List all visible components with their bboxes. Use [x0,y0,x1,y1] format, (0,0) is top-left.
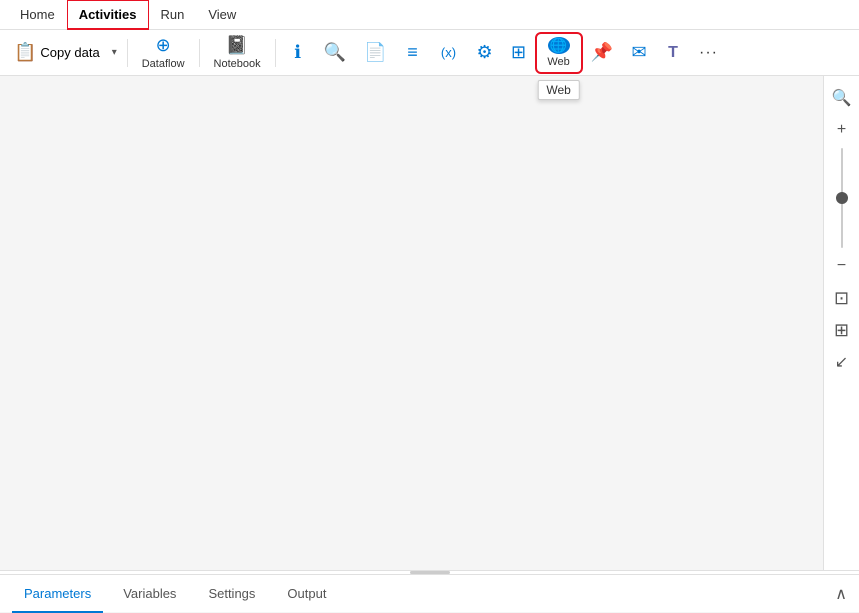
slider-track[interactable] [841,148,843,248]
zoom-out-button[interactable]: − [828,252,856,280]
bottom-tabs: Parameters Variables Settings Output ∧ [0,574,859,612]
menu-activities[interactable]: Activities [67,0,149,30]
zoom-slider[interactable] [841,148,843,248]
brackets-icon: ⊞ [511,42,526,63]
teams-icon: T [668,44,678,62]
info-icon: ℹ [294,42,301,63]
search-button[interactable]: 🔍 [316,34,354,72]
brackets-button[interactable]: ⊞ [503,34,535,72]
bottom-panel: Parameters Variables Settings Output ∧ [0,570,859,612]
web-label: Web [547,56,569,68]
pin-icon: 📌 [591,42,613,63]
more-icon: ··· [699,44,718,62]
toolbar: 📋 Copy data ▾ ⊕ Dataflow 📓 Notebook ℹ 🔍 … [0,30,859,76]
canvas-area: 🔍 + − ⊡ ⊞ ↙ [0,76,859,570]
pin-button[interactable]: 📌 [583,34,621,72]
collapse-panel-icon: ∧ [835,584,847,604]
dataflow-icon: ⊕ [156,35,171,56]
right-controls: 🔍 + − ⊡ ⊞ ↙ [823,76,859,570]
auto-layout-button[interactable]: ⊞ [828,316,856,344]
outlook-button[interactable]: ✉ [623,34,655,72]
notebook-label: Notebook [214,58,261,70]
script-button[interactable]: 📄 [356,34,394,72]
copy-data-dropdown[interactable]: ▾ [108,34,121,72]
info-button[interactable]: ℹ [282,34,314,72]
separator-1 [127,39,128,67]
copy-data-label: Copy data [40,45,99,60]
more-button[interactable]: ··· [691,34,726,72]
copy-data-icon: 📋 [14,42,36,63]
separator-3 [275,39,276,67]
tab-output[interactable]: Output [275,575,338,613]
menu-bar: Home Activities Run View [0,0,859,30]
dataflow-button[interactable]: ⊕ Dataflow [134,34,193,72]
collapse-canvas-icon: ↙ [835,352,848,372]
tab-settings[interactable]: Settings [196,575,267,613]
function-button[interactable]: (x) [430,34,466,72]
slider-thumb [836,192,848,204]
collapse-panel-button[interactable]: ∧ [835,584,847,604]
web-tooltip: Web [537,80,579,100]
function-icon: (x) [441,45,456,60]
pipeline-icon: ⚙ [476,42,492,63]
teams-button[interactable]: T [657,34,689,72]
tab-parameters[interactable]: Parameters [12,575,103,613]
zoom-in-icon: + [837,121,846,139]
notebook-button[interactable]: 📓 Notebook [206,34,269,72]
menu-run[interactable]: Run [149,0,197,30]
zoom-in-button[interactable]: + [828,116,856,144]
collapse-canvas-button[interactable]: ↙ [828,348,856,376]
canvas-search-icon: 🔍 [832,88,852,108]
zoom-out-icon: − [837,257,846,275]
menu-view[interactable]: View [196,0,248,30]
copy-data-main[interactable]: 📋 Copy data [8,34,106,72]
dataflow-label: Dataflow [142,58,185,70]
auto-layout-icon: ⊞ [834,320,849,341]
globe-icon: 🌐 [548,37,570,54]
separator-2 [199,39,200,67]
pipeline-button[interactable]: ⚙ [468,34,500,72]
menu-home[interactable]: Home [8,0,67,30]
list-button[interactable]: ≡ [396,34,428,72]
search-icon: 🔍 [324,42,346,63]
fit-page-button[interactable]: ⊡ [828,284,856,312]
canvas-search-button[interactable]: 🔍 [828,84,856,112]
list-icon: ≡ [407,42,418,63]
copy-data-button[interactable]: 📋 Copy data ▾ [8,34,121,72]
notebook-icon: 📓 [226,35,248,56]
web-button[interactable]: 🌐 Web Web [537,34,581,72]
script-icon: 📄 [364,42,386,63]
fit-page-icon: ⊡ [834,288,849,309]
tab-variables[interactable]: Variables [111,575,188,613]
outlook-icon: ✉ [631,42,646,63]
